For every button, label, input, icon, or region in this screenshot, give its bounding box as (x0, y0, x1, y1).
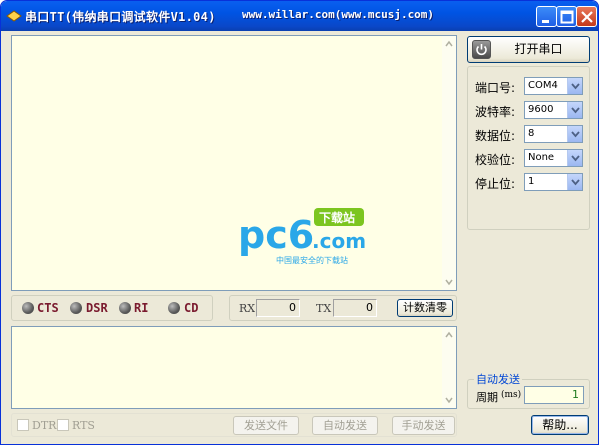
tx-counter: 0 (333, 299, 377, 317)
pc6-watermark-logo: pc6 .com 下载站 中国最安全的下载站 (236, 208, 366, 278)
manual-send-button[interactable]: 手动发送 (392, 416, 455, 435)
auto-send-title: 自动发送 (474, 371, 522, 387)
send-textarea[interactable] (11, 326, 457, 409)
chevron-down-icon[interactable] (567, 102, 582, 118)
scroll-down-icon[interactable] (443, 393, 455, 407)
ri-label: RI (134, 301, 149, 315)
rts-label: RTS (72, 419, 95, 432)
close-icon (581, 11, 593, 23)
port-select[interactable]: COM4 (524, 77, 583, 95)
parity-value: None (528, 152, 555, 163)
logo-domain: .com (312, 229, 366, 253)
dsr-label: DSR (86, 301, 108, 315)
maximize-icon (560, 10, 574, 24)
minimize-icon (542, 20, 549, 23)
scroll-down-icon[interactable] (443, 275, 455, 289)
ri-led-icon (119, 302, 131, 314)
port-value: COM4 (528, 80, 558, 91)
power-icon (472, 40, 491, 59)
stopbits-value: 1 (528, 176, 535, 187)
logo-badge: 下载站 (319, 210, 355, 225)
cd-label: CD (184, 301, 199, 315)
title-url: www.willar.com(www.mcusj.com) (242, 8, 435, 21)
rx-counter: 0 (256, 299, 300, 317)
cd-led-icon (168, 302, 180, 314)
period-input[interactable]: 1 (524, 386, 584, 404)
close-button[interactable] (576, 6, 597, 27)
send-file-button[interactable]: 发送文件 (233, 416, 299, 435)
period-label: 周期 (476, 391, 498, 404)
chevron-down-icon[interactable] (567, 150, 582, 166)
auto-send-button[interactable]: 自动发送 (312, 416, 378, 435)
logo-slogan: 中国最安全的下载站 (276, 255, 348, 265)
stopbits-select[interactable]: 1 (524, 173, 583, 191)
databits-select[interactable]: 8 (524, 125, 583, 143)
parity-label: 校验位: (475, 153, 516, 167)
app-icon (6, 10, 22, 22)
baud-value: 9600 (528, 104, 554, 115)
scroll-up-icon[interactable] (443, 37, 455, 51)
chevron-down-icon[interactable] (567, 126, 582, 142)
period-unit: (ms) (501, 390, 522, 400)
title-bar[interactable]: 串口TT(伟纳串口调试软件V1.04) www.willar.com(www.m… (1, 1, 598, 31)
send-scrollbar[interactable] (442, 327, 456, 408)
databits-label: 数据位: (475, 129, 516, 143)
cts-label: CTS (37, 301, 59, 315)
dtr-checkbox[interactable] (17, 419, 29, 431)
reset-count-button[interactable]: 计数清零 (397, 299, 453, 317)
port-label: 端口号: (475, 81, 516, 95)
rts-checkbox[interactable] (57, 419, 69, 431)
chevron-down-icon[interactable] (567, 78, 582, 94)
tx-label: TX (316, 302, 332, 315)
logo-brand: pc6 (238, 213, 314, 257)
scroll-up-icon[interactable] (443, 328, 455, 342)
window-title: 串口TT(伟纳串口调试软件V1.04) (25, 10, 216, 24)
rx-label: RX (239, 302, 256, 315)
dtr-label: DTR (32, 419, 57, 432)
main-window: 串口TT(伟纳串口调试软件V1.04) www.willar.com(www.m… (0, 0, 599, 445)
baud-select[interactable]: 9600 (524, 101, 583, 119)
dsr-led-icon (70, 302, 82, 314)
open-port-label: 打开串口 (514, 42, 563, 56)
maximize-button[interactable] (556, 6, 577, 27)
chevron-down-icon[interactable] (567, 174, 582, 190)
client-area: pc6 .com 下载站 中国最安全的下载站 CTS DSR RI CD RX … (4, 31, 595, 443)
receive-scrollbar[interactable] (442, 36, 456, 290)
stopbits-label: 停止位: (475, 177, 516, 191)
cts-led-icon (22, 302, 34, 314)
open-port-button[interactable]: 打开串口 (467, 36, 590, 63)
baud-label: 波特率: (475, 105, 516, 119)
help-button[interactable]: 帮助... (531, 415, 589, 435)
databits-value: 8 (528, 128, 535, 139)
receive-textarea[interactable] (11, 35, 457, 291)
minimize-button[interactable] (536, 6, 557, 27)
parity-select[interactable]: None (524, 149, 583, 167)
pc6-logo-icon: pc6 .com 下载站 中国最安全的下载站 (238, 208, 366, 265)
